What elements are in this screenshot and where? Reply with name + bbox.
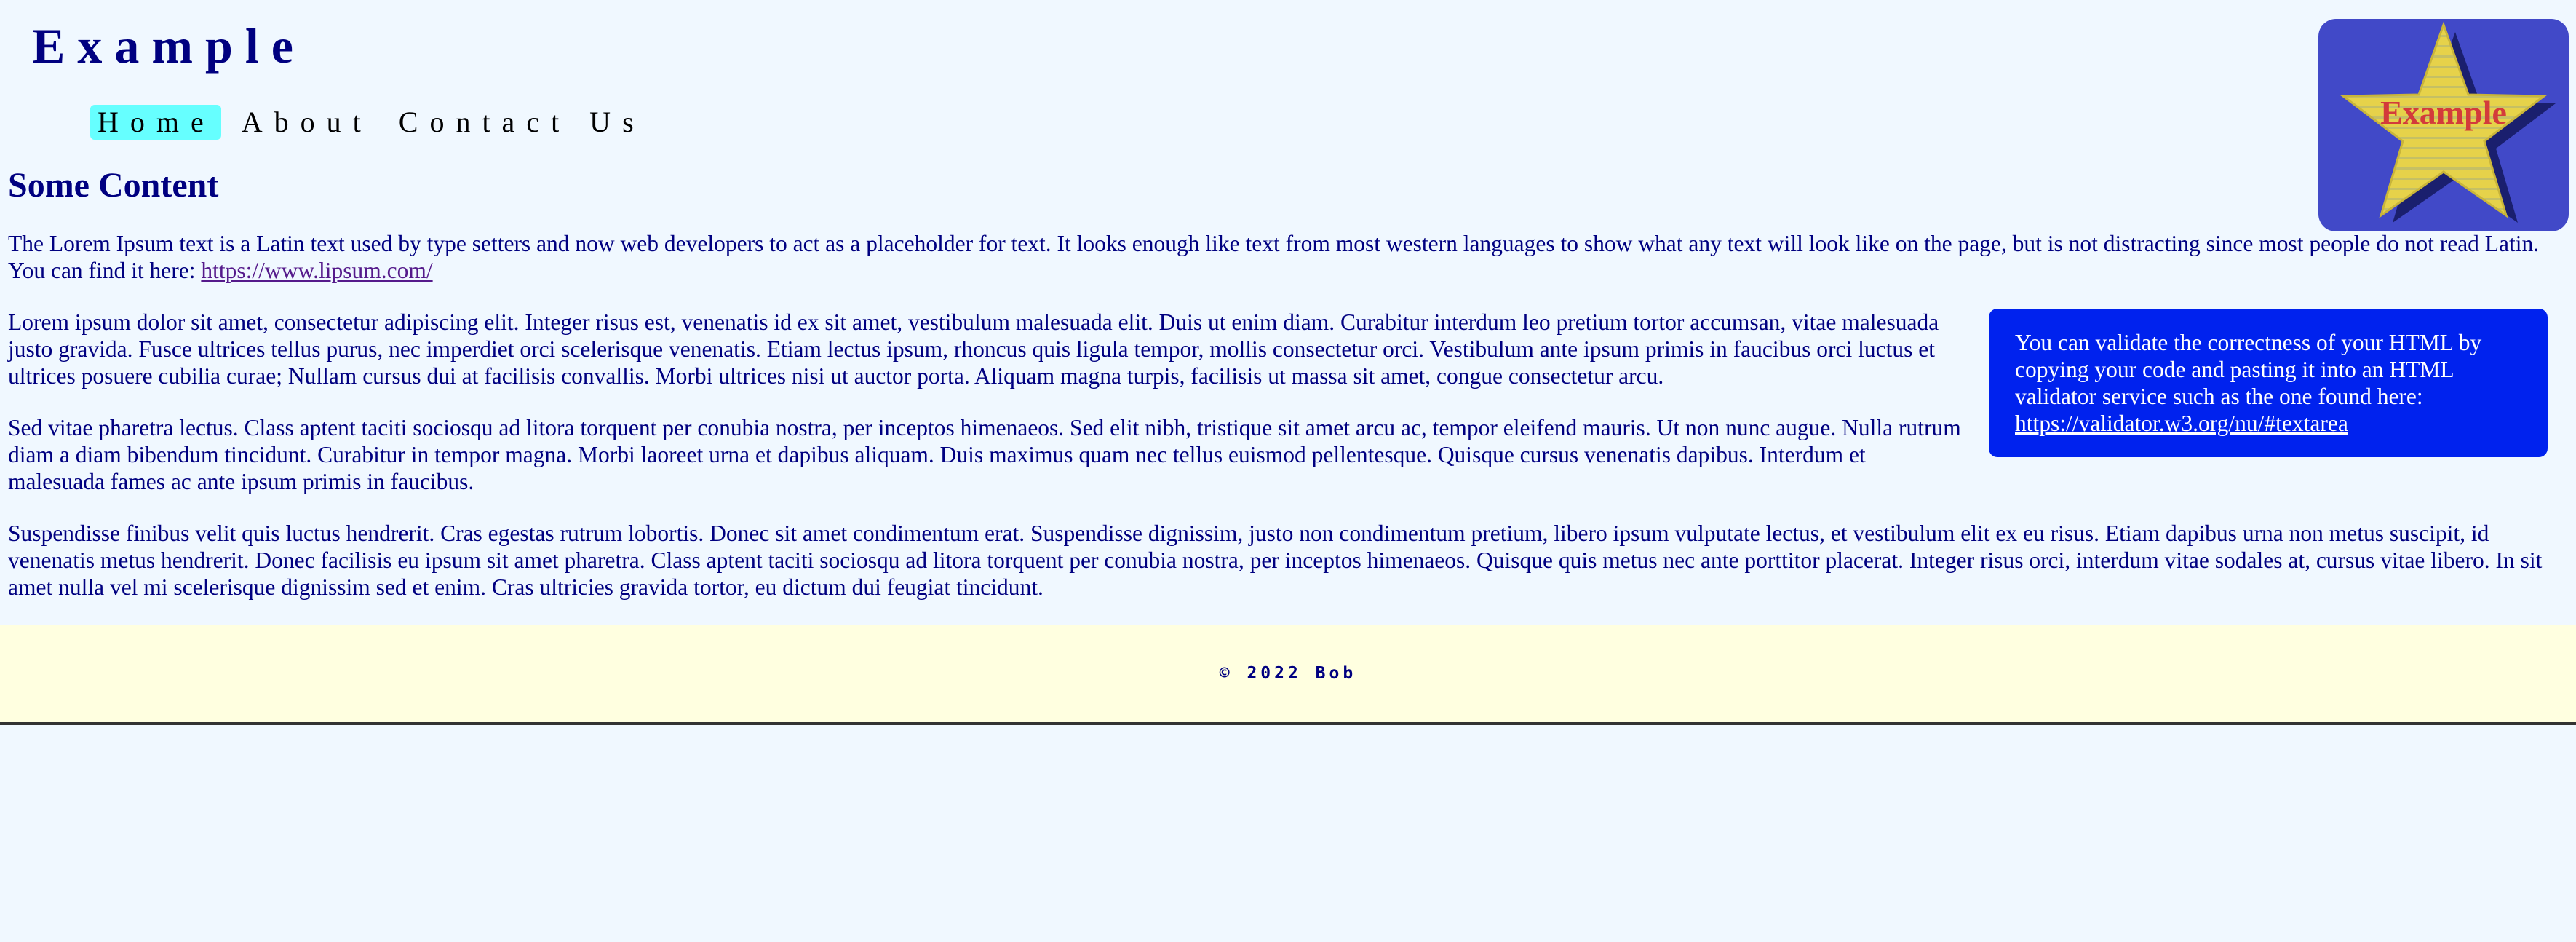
validator-link[interactable]: https://validator.w3.org/nu/#textarea bbox=[2015, 411, 2348, 436]
logo-text: Example bbox=[2380, 94, 2507, 131]
footer: © 2022 Bob bbox=[0, 625, 2576, 725]
intro-paragraph: The Lorem Ipsum text is a Latin text use… bbox=[8, 230, 2548, 284]
content-paragraph: Suspendisse finibus velit quis luctus he… bbox=[8, 521, 2543, 600]
copyright-text: © 2022 Bob bbox=[1219, 664, 1357, 683]
content-heading: Some Content bbox=[8, 166, 219, 205]
nav-home[interactable]: Home bbox=[90, 105, 221, 140]
aside-text: You can validate the correctness of your… bbox=[2015, 330, 2482, 409]
nav-about[interactable]: About bbox=[234, 105, 378, 140]
nav-contact-us[interactable]: Contact Us bbox=[391, 105, 651, 140]
validator-aside: You can validate the correctness of your… bbox=[1989, 309, 2548, 457]
site-title: Example bbox=[32, 18, 306, 74]
main-nav: Home About Contact Us bbox=[90, 105, 651, 140]
lipsum-link[interactable]: https://www.lipsum.com/ bbox=[201, 258, 432, 283]
main-content: Some Content The Lorem Ipsum text is a L… bbox=[8, 162, 2548, 625]
